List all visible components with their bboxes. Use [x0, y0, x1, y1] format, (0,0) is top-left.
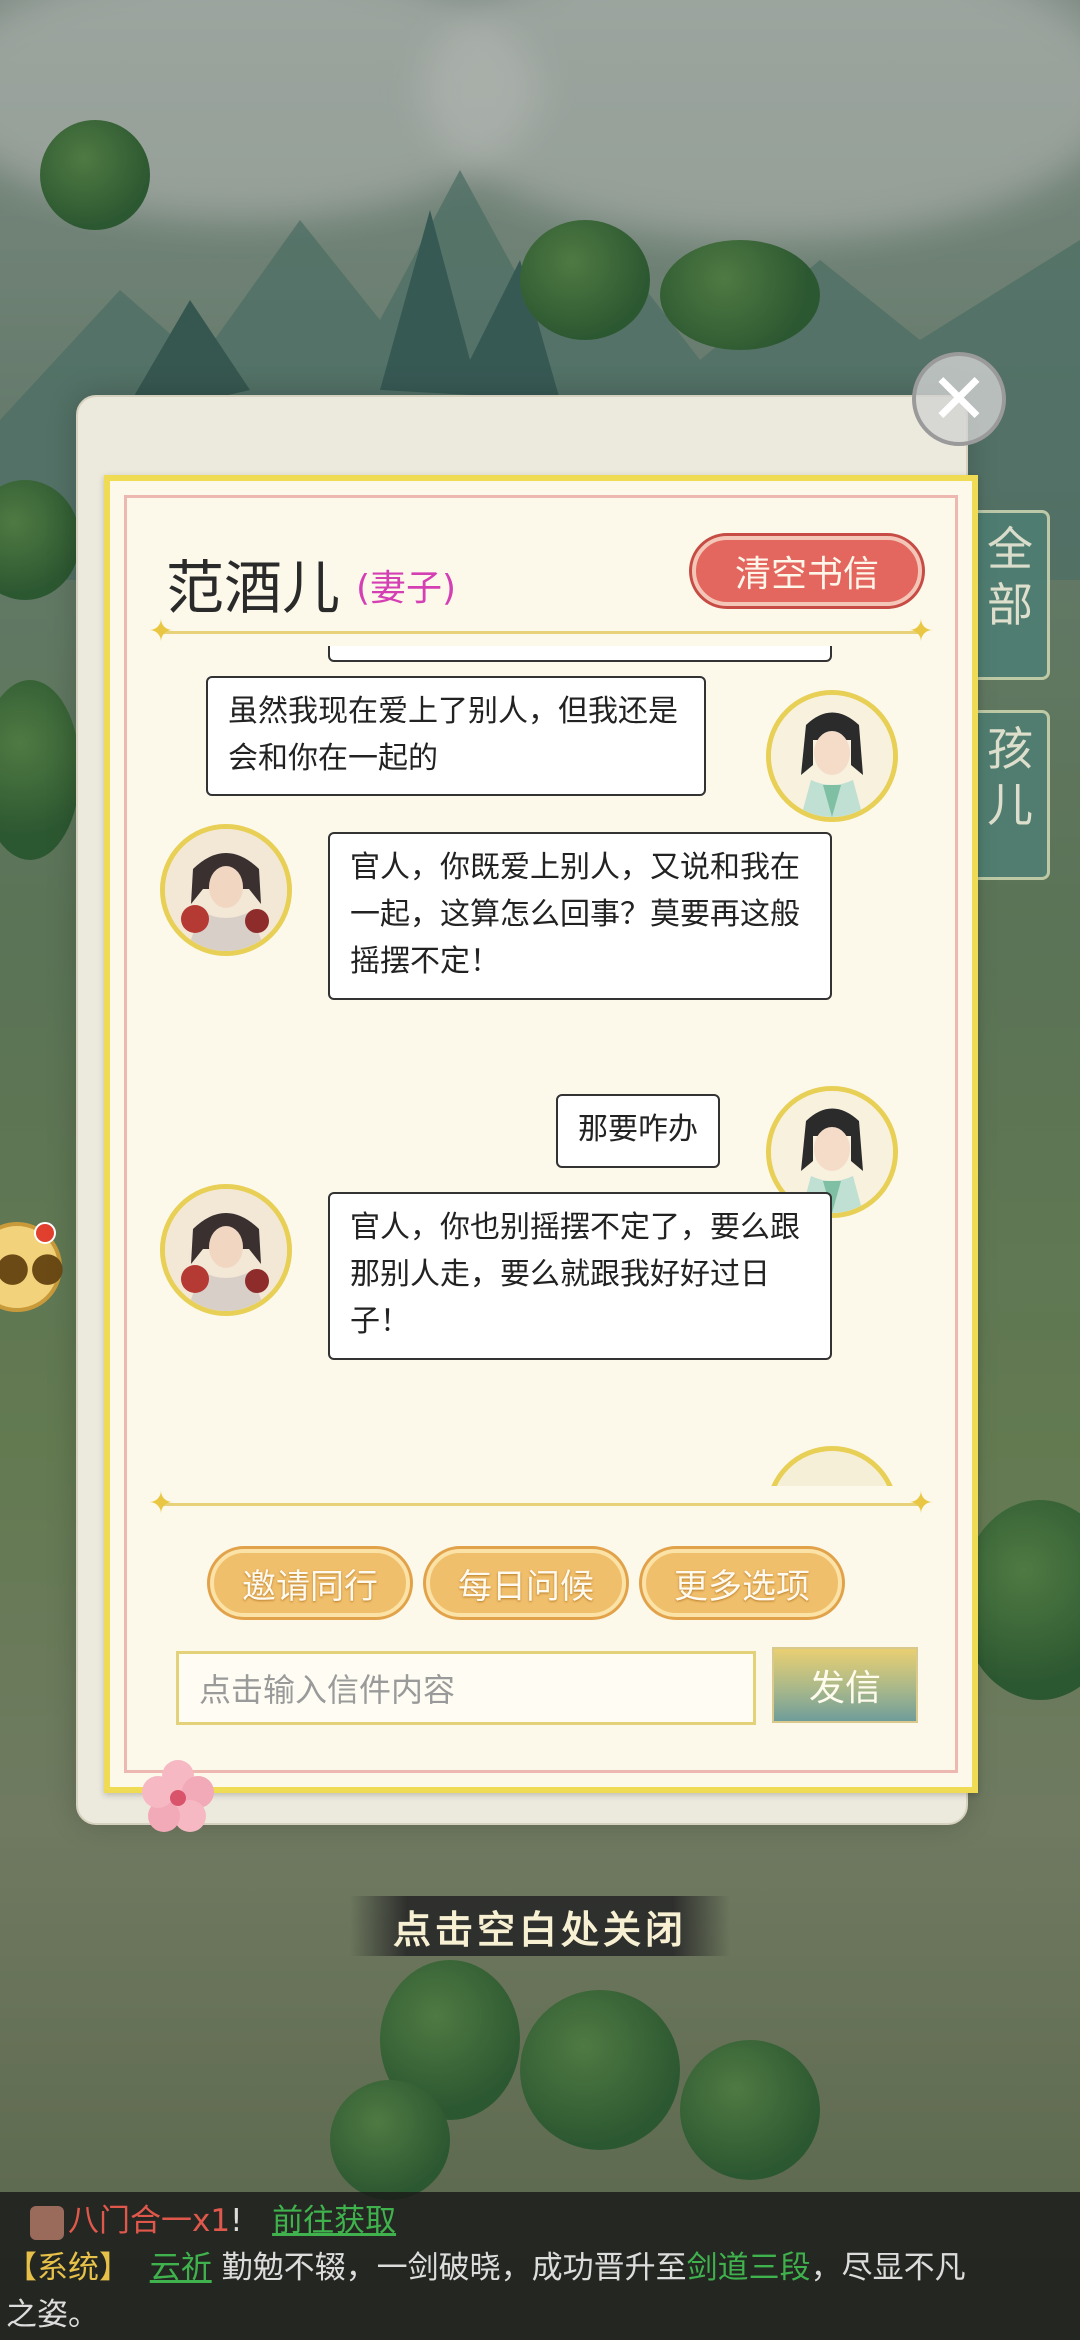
system-tag: 【系统】 [6, 2250, 130, 2286]
player-portrait-icon [771, 695, 893, 817]
notification-dot [34, 1222, 56, 1244]
divider-bottom: ✦ ✦ [148, 1489, 933, 1519]
wife-portrait-icon [165, 829, 287, 951]
close-hint-text: 点击空白处关闭 [392, 1906, 687, 1952]
message-bubble: 官人，你也别摇摆不定了，要么跟那别人走，要么就跟我好好过日子！ [328, 1192, 832, 1360]
exclaim-text: ! [230, 2203, 243, 2239]
send-letter-button[interactable]: 发信 [772, 1647, 918, 1723]
announcement-text-2: ，尽显不凡 [810, 2250, 966, 2286]
message-bubble: 官人，你既爱上别人，又说和我在一起，这算怎么回事？莫要再这般摇摆不定！ [328, 832, 832, 1000]
tab-children-label: 孩儿 [987, 722, 1033, 832]
tab-all-label: 全部 [987, 522, 1033, 632]
message-bubble: 虽然我现在爱上了别人，但我还是会和你在一起的 [206, 676, 706, 796]
sparkle-icon: ✦ [148, 614, 174, 649]
message-text: 那要咋办 [578, 1112, 698, 1147]
wife-name: 范酒儿 [166, 554, 341, 622]
announcement-text-3: 之姿。 [6, 2297, 99, 2333]
plum-blossom-icon [142, 1760, 214, 1832]
announcement-text-1: 勤勉不辍，一剑破晓，成功晋升至 [221, 2250, 687, 2286]
wife-avatar[interactable] [160, 824, 292, 956]
sparkle-icon: ✦ [908, 1486, 934, 1521]
letter-input[interactable]: 点击输入信件内容 [176, 1651, 756, 1725]
letter-panel: 范酒儿 (妻子) 清空书信 ✦ ✦ 虽然我现在爱上了别人，但我还是会和你在一起的 [104, 475, 978, 1793]
previous-message-bubble [328, 646, 832, 662]
message-text: 官人，你也别摇摆不定了，要么跟那别人走，要么就跟我好好过日子！ [350, 1210, 800, 1339]
sparkle-icon: ✦ [908, 614, 934, 649]
tab-children[interactable]: 孩儿 [970, 710, 1050, 880]
system-announcement-cont: 之姿。 [0, 2292, 1080, 2339]
letter-input-placeholder: 点击输入信件内容 [199, 1671, 456, 1709]
relation-label: (妻子) [356, 568, 457, 609]
more-options-button[interactable]: 更多选项 [642, 1549, 842, 1617]
message-text: 虽然我现在爱上了别人，但我还是会和你在一起的 [228, 694, 678, 776]
chat-icon: ●● [0, 1244, 65, 1290]
chat-messages[interactable]: 虽然我现在爱上了别人，但我还是会和你在一起的 官人，你既爱上别人，又说和我在一起… [140, 646, 942, 1486]
item-name: 八门合一x1 [68, 2203, 231, 2239]
daily-greeting-button[interactable]: 每日问候 [426, 1549, 626, 1617]
divider-top: ✦ ✦ [148, 617, 933, 647]
invite-companion-button[interactable]: 邀请同行 [210, 1549, 410, 1617]
message-text: 官人，你既爱上别人，又说和我在一起，这算怎么回事？莫要再这般摇摆不定！ [350, 850, 800, 979]
wife-portrait-icon [165, 1189, 287, 1311]
go-get-link[interactable]: 前往获取 [272, 2203, 396, 2239]
message-bubble: 那要咋办 [556, 1094, 720, 1168]
item-icon [30, 2205, 64, 2240]
system-message-bar: 八门合一x1! 前往获取 【系统】 云祈 勤勉不辍，一剑破晓，成功晋升至剑道三段… [0, 2192, 1080, 2340]
player-avatar[interactable] [766, 1446, 898, 1486]
close-button[interactable]: ✕ [912, 352, 1006, 446]
close-icon: ✕ [929, 358, 989, 440]
player-avatar[interactable] [766, 690, 898, 822]
close-hint[interactable]: 点击空白处关闭 [350, 1896, 730, 1956]
rank-name: 剑道三段 [686, 2250, 811, 2286]
sparkle-icon: ✦ [148, 1486, 174, 1521]
tab-all[interactable]: 全部 [970, 510, 1050, 680]
item-reward-line: 八门合一x1! 前往获取 [0, 2198, 1080, 2245]
wife-avatar[interactable] [160, 1184, 292, 1316]
clear-letters-button[interactable]: 清空书信 [692, 536, 922, 606]
system-announcement: 【系统】 云祈 勤勉不辍，一剑破晓，成功晋升至剑道三段，尽显不凡 [0, 2245, 1080, 2292]
player-name-link[interactable]: 云祈 [150, 2250, 212, 2286]
